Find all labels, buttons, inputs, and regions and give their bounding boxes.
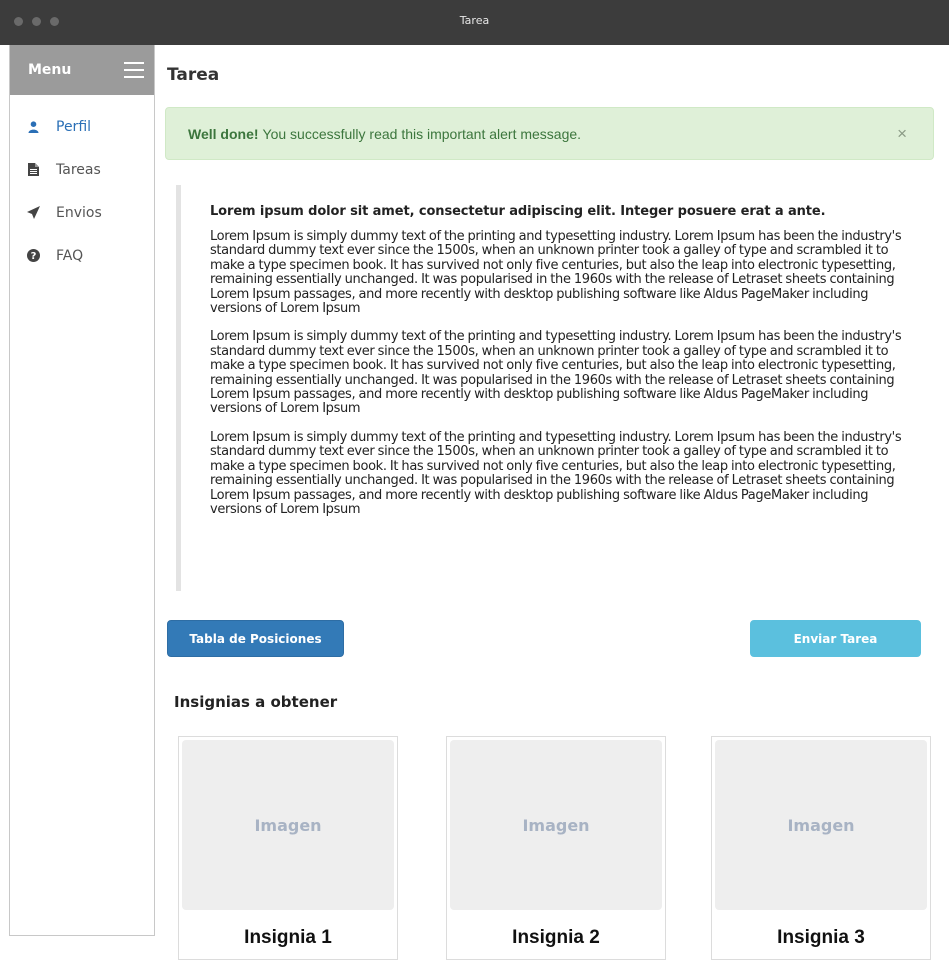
window-title: Tarea (459, 14, 490, 27)
blockquote: Lorem ipsum dolor sit amet, consectetur … (176, 185, 921, 591)
file-icon (26, 163, 40, 177)
sidebar: Menu Perfil Tareas Envios ? FAQ (9, 45, 155, 936)
badge-image-placeholder: Imagen (450, 740, 662, 910)
badge-name: Insignia 3 (777, 927, 865, 948)
sidebar-item-label: Tareas (56, 161, 101, 178)
sidebar-item-tareas[interactable]: Tareas (10, 148, 154, 191)
blockquote-lead: Lorem ipsum dolor sit amet, consectetur … (210, 204, 826, 219)
blockquote-paragraph: Lorem Ipsum is simply dummy text of the … (210, 429, 902, 517)
sidebar-header: Menu (10, 45, 154, 95)
badge-card-2: Imagen Insignia 2 (446, 736, 666, 960)
window-titlebar: Tarea (0, 0, 949, 45)
alert-strong-text: Well done! (188, 125, 259, 142)
sidebar-nav: Perfil Tareas Envios ? FAQ (10, 95, 154, 277)
badge-image-placeholder: Imagen (182, 740, 394, 910)
send-icon (26, 206, 40, 220)
question-circle-icon: ? (26, 249, 40, 263)
page-title: Tarea (167, 65, 220, 85)
blockquote-paragraph: Lorem Ipsum is simply dummy text of the … (210, 329, 902, 417)
standings-table-button[interactable]: Tabla de Posiciones (167, 620, 344, 657)
sidebar-item-envios[interactable]: Envios (10, 191, 154, 234)
menu-label: Menu (28, 62, 72, 78)
sidebar-item-faq[interactable]: ? FAQ (10, 234, 154, 277)
sidebar-item-label: FAQ (56, 247, 84, 264)
badge-name: Insignia 2 (512, 927, 600, 948)
badge-image-placeholder: Imagen (715, 740, 927, 910)
svg-text:?: ? (30, 251, 36, 262)
alert-message: You successfully read this important ale… (262, 125, 582, 142)
close-icon[interactable]: × (897, 125, 907, 142)
user-icon (26, 120, 40, 134)
sidebar-item-label: Perfil (56, 118, 92, 135)
hamburger-menu-icon[interactable] (124, 62, 144, 78)
sidebar-item-label: Envios (56, 204, 102, 221)
badge-card-3: Imagen Insignia 3 (711, 736, 931, 960)
success-alert: Well done! You successfully read this im… (165, 107, 934, 160)
blockquote-paragraph: Lorem Ipsum is simply dummy text of the … (210, 229, 902, 317)
badge-card-1: Imagen Insignia 1 (178, 736, 398, 960)
badges-section-title: Insignias a obtener (174, 693, 338, 711)
badge-name: Insignia 1 (244, 927, 332, 948)
sidebar-item-perfil[interactable]: Perfil (10, 105, 154, 148)
submit-task-button[interactable]: Enviar Tarea (750, 620, 921, 657)
